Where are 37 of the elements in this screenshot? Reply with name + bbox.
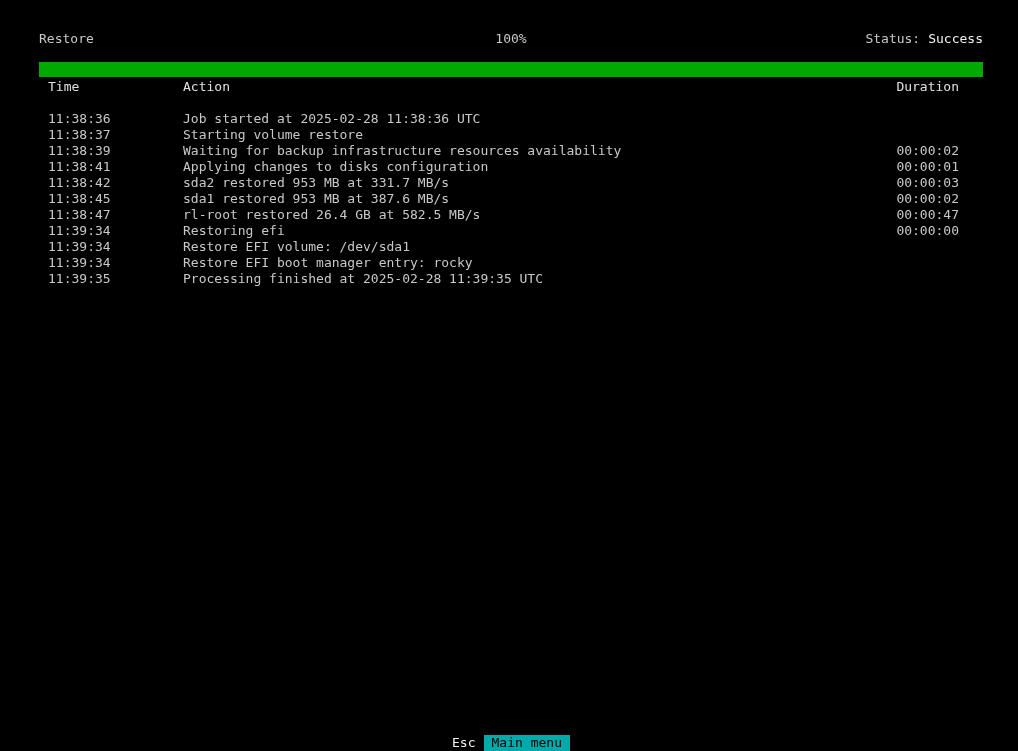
time-cell-text: 11:39:35: [48, 271, 112, 287]
time-cell-text: 11:39:34: [48, 223, 112, 239]
status-label: Status:: [865, 30, 921, 48]
duration-cell: 00:00:47: [896, 207, 959, 223]
duration-cell: 00:00:03: [896, 175, 959, 191]
action-cell-text: sda2 restored 953 MB at 331.7 MB/s: [183, 175, 451, 191]
action-cell-text: Applying changes to disks configuration: [183, 159, 490, 175]
time-cell-text: 11:38:45: [48, 191, 112, 207]
action-cell-text: sda1 restored 953 MB at 387.6 MB/s: [183, 191, 451, 207]
time-cell-text: 11:38:42: [48, 175, 112, 191]
column-header: Action: [183, 79, 231, 95]
action-cell-text: Restore EFI boot manager entry: rocky: [183, 255, 474, 271]
time-cell-text: 11:39:34: [48, 255, 112, 271]
time-cell-text: 11:38:39: [48, 143, 112, 159]
duration-cell: 00:00:02: [896, 143, 959, 159]
action-cell-text: Waiting for backup infrastructure resources availability: [183, 143, 623, 159]
shortcut-key: Esc: [452, 735, 476, 751]
action-cell-text: Starting volume restore: [183, 127, 364, 143]
time-cell-text: 11:38:47: [48, 207, 112, 223]
action-cell-text: Restore EFI volume: /dev/sda1: [183, 239, 411, 255]
time-cell-text: 11:38:36: [48, 111, 112, 127]
duration-cell: 00:00:02: [896, 191, 959, 207]
duration-cell: 00:00:01: [896, 159, 959, 175]
action-cell-text: Restoring efi: [183, 223, 286, 239]
duration-cell: 00:00:00: [896, 223, 959, 239]
time-cell-text: 11:38:41: [48, 159, 112, 175]
action-cell-text: Processing finished at 2025-02-28 11:39:35 UTC: [183, 271, 545, 287]
column-header: Time: [48, 79, 81, 95]
action-cell-text: rl-root restored 26.4 GB at 582.5 MB/s: [183, 207, 482, 223]
screen-title: Restore: [39, 30, 95, 48]
main-menu-button[interactable]: Main menu: [483, 735, 570, 751]
progress-percent: 100%: [495, 30, 527, 48]
action-cell-text: Job started at 2025-02-28 11:38:36 UTC: [183, 111, 482, 127]
time-cell-text: 11:39:34: [48, 239, 112, 255]
column-header: Duration: [896, 79, 959, 95]
status-value: Success: [928, 30, 983, 48]
time-cell-text: 11:38:37: [48, 127, 112, 143]
